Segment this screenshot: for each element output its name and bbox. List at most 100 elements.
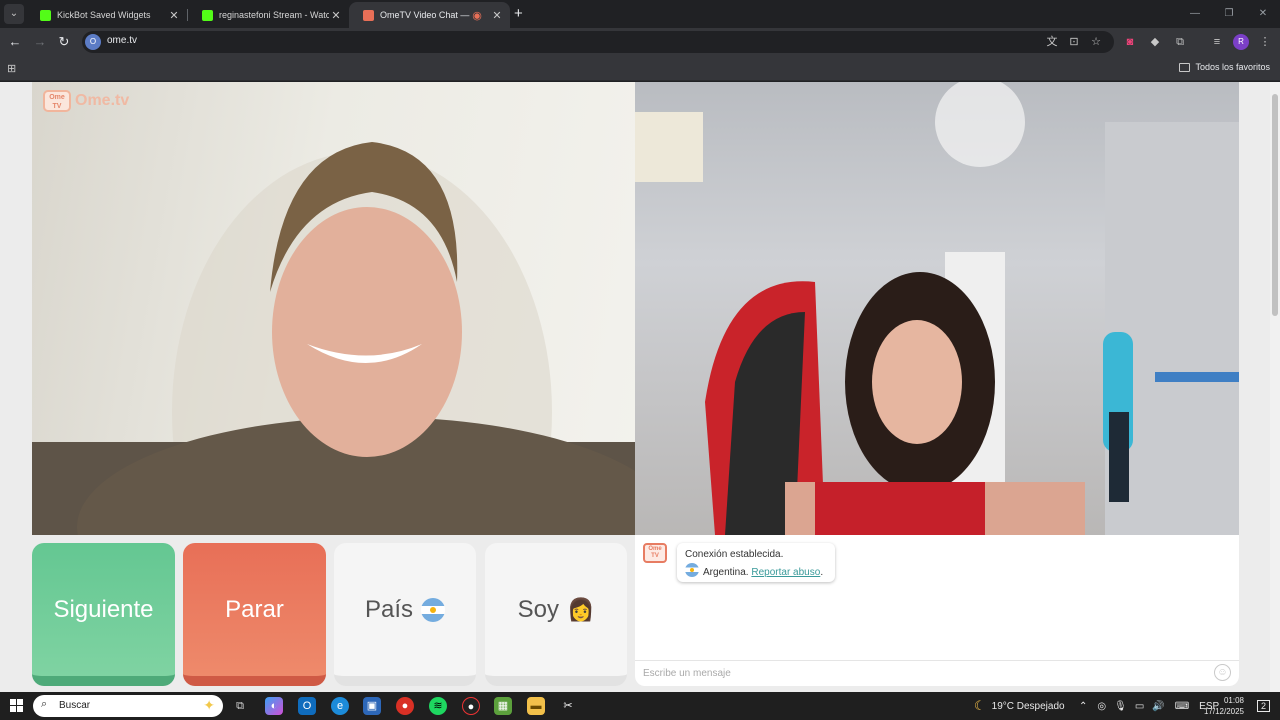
apps-grid-icon[interactable]: ⊞ (7, 62, 16, 75)
logo-badge-bottom: TV (52, 103, 62, 110)
argentina-flag-icon (421, 597, 446, 622)
notification-center-button[interactable]: 2 (1256, 692, 1270, 720)
page-scrollbar[interactable] (1270, 82, 1280, 692)
country-select-button[interactable]: País (334, 543, 476, 686)
chat-input-bar: Escribe un mensaje ☺ (635, 660, 1239, 686)
extension-shield-icon[interactable]: ◆ (1147, 34, 1163, 50)
network-icon[interactable]: ▭ (1135, 701, 1144, 712)
emoji-picker-icon[interactable]: ☺ (1214, 664, 1231, 681)
tab-kick-stream[interactable]: reginastefoni Stream - Watch Li ✕ (188, 2, 349, 28)
stop-button[interactable]: Parar (183, 543, 326, 686)
tv-logo-icon: Ome TV (43, 90, 71, 112)
recording-indicator-icon: ◉ (472, 9, 482, 22)
report-abuse-link[interactable]: Reportar abuso (751, 567, 820, 578)
extensions-puzzle-icon[interactable]: ⧉ (1172, 34, 1188, 50)
taskbar-search-label: Buscar (59, 700, 91, 711)
outlook-icon[interactable]: O (298, 697, 316, 715)
new-tab-button[interactable]: + (514, 6, 523, 21)
bookmarks-bar: ⊞ Todos los favoritos (0, 56, 1280, 81)
keyboard-icon[interactable]: ⌨ (1175, 701, 1189, 712)
all-bookmarks-label: Todos los favoritos (1195, 62, 1270, 72)
next-button[interactable]: Siguiente (32, 543, 175, 686)
tray-overflow-icon[interactable]: ⌃ (1079, 701, 1087, 712)
minimize-icon[interactable]: — (1178, 0, 1212, 28)
browser-toolbar: ← → ↻ O ome.tv 文 ⊡ ☆ ◙ ◆ ⧉ ≡ R ⋮ (0, 28, 1280, 56)
logo-text: Ome.tv (75, 92, 130, 109)
url-text: ome.tv (107, 35, 138, 46)
back-icon[interactable]: ← (7, 34, 23, 50)
start-windows-icon[interactable] (10, 699, 23, 712)
extension-pink-icon[interactable]: ◙ (1122, 34, 1138, 50)
close-tab-icon[interactable]: ✕ (490, 9, 504, 22)
all-bookmarks-button[interactable]: Todos los favoritos (1179, 62, 1270, 72)
ometv-system-avatar-icon: Ome TV (643, 543, 667, 563)
clock-time: 01:08 (1223, 696, 1244, 705)
system-tray: ⌃ ◎ 🎙 ▭ 🔊 ⌨ ESP (1079, 692, 1219, 720)
partner-country-text: Argentina. (703, 567, 749, 578)
logo-badge-top: Ome (49, 94, 65, 101)
message-input[interactable]: Escribe un mensaje (643, 668, 731, 679)
reload-icon[interactable]: ↻ (56, 34, 72, 50)
restore-icon[interactable]: ❐ (1212, 0, 1246, 28)
clock[interactable]: 01:08 17/12/2025 (1204, 695, 1244, 717)
copilot-icon[interactable]: ◐ (265, 697, 283, 715)
microphone-icon[interactable]: 🎙 (1114, 701, 1127, 712)
stop-button-label: Parar (225, 595, 284, 623)
next-button-label: Siguiente (53, 595, 154, 623)
chrome-icon[interactable]: ● (396, 697, 414, 715)
weather-widget[interactable]: ☾ 19°C Despejado (974, 692, 1065, 720)
tab-kickbot[interactable]: KickBot Saved Widgets ✕ (26, 2, 187, 28)
profile-avatar[interactable]: R (1233, 34, 1249, 50)
country-button-label: País (364, 595, 414, 623)
tab-ometv[interactable]: OmeTV Video Chat — Ome ◉ ✕ (349, 2, 510, 28)
system-message: Conexión establecida. Argentina. Reporta… (677, 543, 835, 582)
tray-app-icon[interactable]: ◎ (1097, 701, 1106, 712)
ometv-logo[interactable]: Ome TV Ome.tv (43, 90, 129, 112)
tab-search-button[interactable]: ⌄ (4, 4, 24, 24)
forward-icon[interactable]: → (32, 34, 48, 50)
edge-icon[interactable]: e (331, 697, 349, 715)
clock-date: 17/12/2025 (1203, 707, 1244, 716)
tab-title: reginastefoni Stream - Watch Li (219, 10, 329, 20)
kick-favicon-icon (40, 9, 51, 21)
minecraft-icon[interactable]: ▦ (494, 697, 512, 715)
capcut-icon[interactable]: ✂ (559, 697, 577, 715)
taskbar-search[interactable]: ⌕ Buscar ✦ (33, 695, 223, 717)
self-video (635, 82, 1239, 535)
scrollbar-thumb[interactable] (1272, 94, 1278, 316)
media-controls-icon[interactable]: ≡ (1209, 34, 1225, 50)
spotify-icon[interactable]: ≋ (429, 697, 447, 715)
gender-button-label: Soy (517, 595, 559, 623)
copilot-sparkle-icon: ✦ (203, 697, 215, 713)
close-window-icon[interactable]: ✕ (1246, 0, 1280, 28)
ometv-favicon-icon (363, 9, 374, 21)
close-tab-icon[interactable]: ✕ (329, 9, 343, 22)
menu-kebab-icon[interactable]: ⋮ (1257, 34, 1273, 50)
recording-app-icon[interactable]: ● (462, 697, 480, 715)
system-avatar-top: Ome (648, 546, 662, 552)
file-explorer-icon[interactable]: ▬ (527, 697, 545, 715)
volume-icon[interactable]: 🔊 (1152, 701, 1164, 712)
close-tab-icon[interactable]: ✕ (167, 9, 181, 22)
weather-text: 19°C Despejado (991, 700, 1065, 712)
woman-emoji-icon: 👩 (566, 596, 595, 622)
report-suffix: . (820, 567, 824, 578)
task-view-icon[interactable]: ⧉ (231, 697, 249, 715)
search-icon: ⌕ (41, 698, 48, 710)
address-bar[interactable]: O ome.tv 文 ⊡ ☆ (82, 31, 1114, 53)
chat-panel: Ome TV Conexión establecida. Argentina. … (635, 535, 1239, 686)
partner-video: Ome TV Ome.tv (32, 82, 635, 535)
moon-weather-icon: ☾ (974, 698, 986, 713)
store-icon[interactable]: ▣ (363, 697, 381, 715)
connection-status-text: Conexión establecida. (685, 549, 784, 560)
tab-strip: ⌄ KickBot Saved Widgets ✕ reginastefoni … (0, 0, 1280, 28)
translate-icon[interactable]: 文 (1044, 34, 1060, 50)
gender-select-button[interactable]: Soy 👩 (485, 543, 627, 686)
install-app-icon[interactable]: ⊡ (1066, 34, 1082, 50)
kick-favicon-icon (202, 9, 213, 21)
system-avatar-bottom: TV (651, 553, 659, 559)
folder-icon (1179, 62, 1191, 72)
argentina-flag-icon (685, 563, 699, 577)
site-info-icon[interactable]: O (85, 34, 101, 50)
bookmark-star-icon[interactable]: ☆ (1088, 34, 1104, 50)
